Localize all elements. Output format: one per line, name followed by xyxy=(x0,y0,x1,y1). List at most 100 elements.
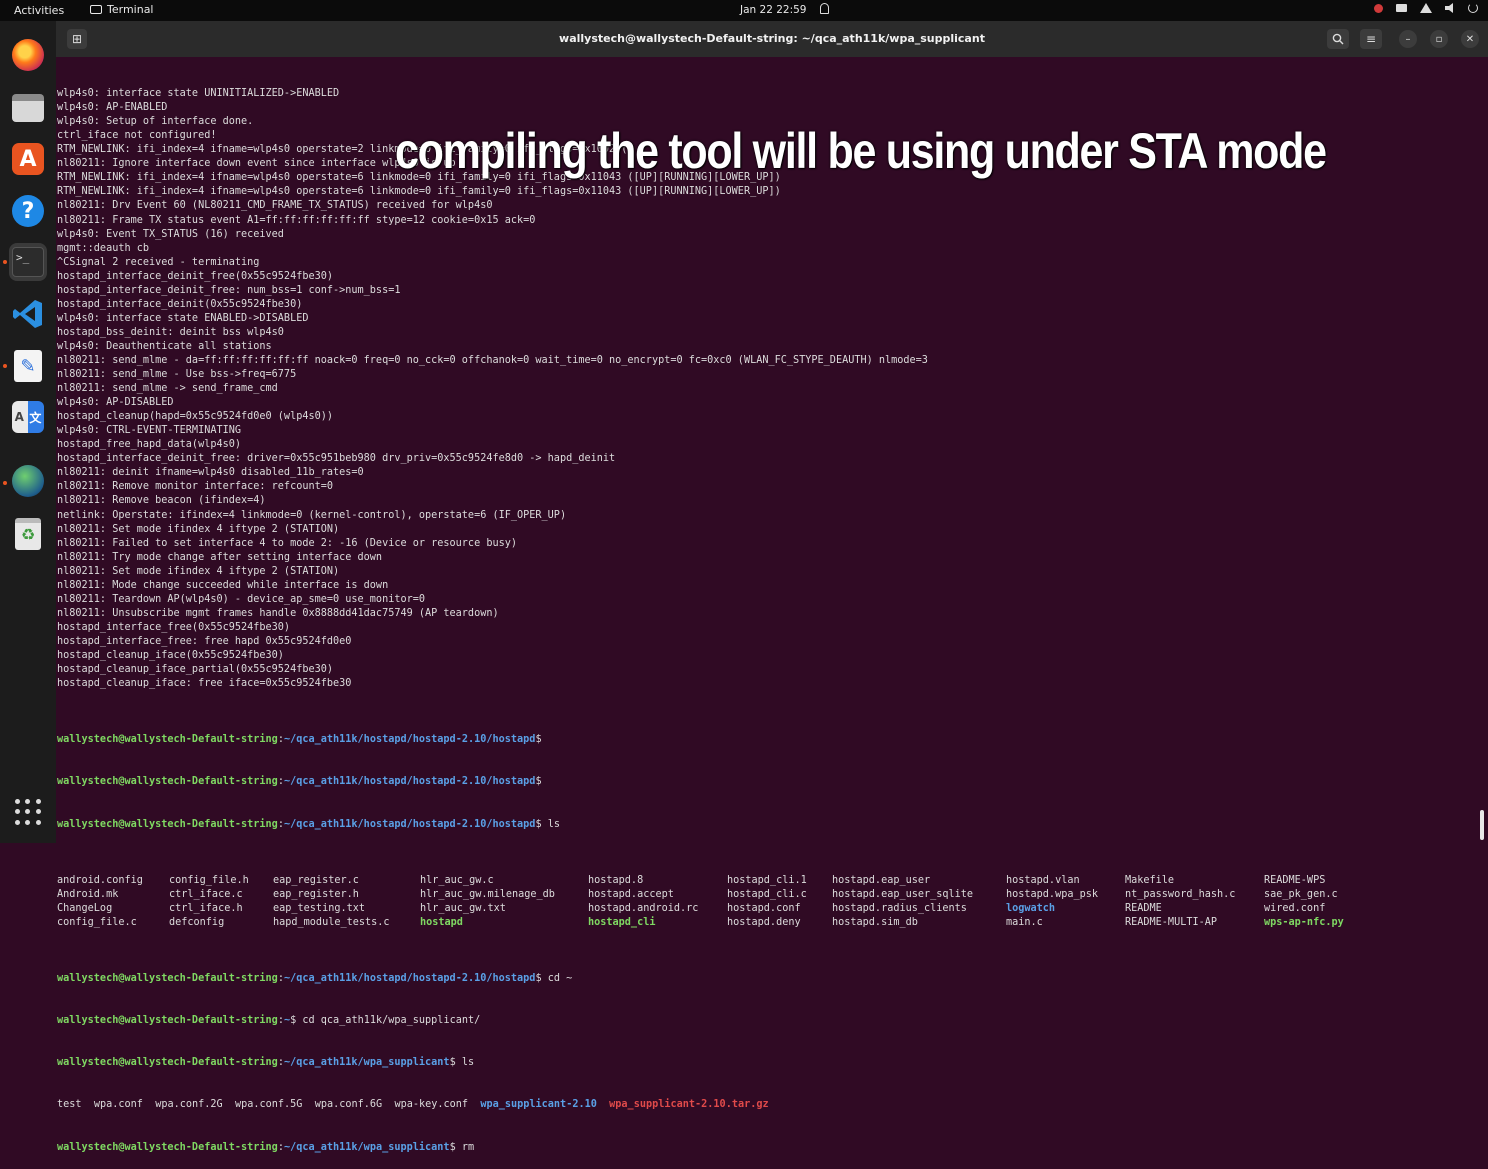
file-entry[interactable]: hostapd_cli xyxy=(588,916,727,930)
log-line: wlp4s0: Event TX_STATUS (16) received xyxy=(57,228,284,240)
dock-vscode[interactable] xyxy=(9,295,47,333)
system-tray[interactable] xyxy=(1374,3,1478,13)
file-entry[interactable]: hapd_module_tests.c xyxy=(273,916,420,930)
file-entry[interactable]: hostapd xyxy=(420,916,588,930)
file-entry[interactable]: hlr_auc_gw.milenage_db xyxy=(420,888,588,902)
log-line: hostapd_free_hapd_data(wlp4s0) xyxy=(57,439,242,451)
file-entry[interactable]: README xyxy=(1125,902,1264,916)
file-entry[interactable]: hostapd.accept xyxy=(588,888,727,902)
file-entry[interactable]: wpa.conf.6G xyxy=(315,1099,382,1110)
file-entry[interactable]: hostapd.wpa_psk xyxy=(1006,888,1125,902)
log-line: hostapd_bss_deinit: deinit bss wlp4s0 xyxy=(57,326,284,338)
file-entry[interactable]: hostapd.8 xyxy=(588,874,727,888)
file-entry[interactable]: wps-ap-nfc.py xyxy=(1264,916,1374,930)
log-line: nl80211: Unsubscribe mgmt frames handle … xyxy=(57,607,499,619)
show-apps-icon xyxy=(15,799,41,825)
show-apps-button[interactable] xyxy=(9,793,47,831)
top-bar: Activities Terminal Jan 22 22:59 xyxy=(0,0,1488,21)
file-entry[interactable]: wpa-key.conf xyxy=(394,1099,468,1110)
file-entry[interactable]: README-WPS xyxy=(1264,874,1374,888)
dock-help[interactable]: ? xyxy=(9,192,47,230)
prompt-line: wallystech@wallystech-Default-string:~/q… xyxy=(57,776,548,788)
file-entry[interactable]: ctrl_iface.c xyxy=(169,888,273,902)
file-entry[interactable]: hlr_auc_gw.txt xyxy=(420,902,588,916)
file-entry[interactable]: hostapd.radius_clients xyxy=(832,902,1006,916)
file-entry[interactable]: main.c xyxy=(1006,916,1125,930)
file-entry[interactable]: wired.conf xyxy=(1264,902,1374,916)
network-icon[interactable] xyxy=(1420,3,1432,13)
vscode-icon xyxy=(12,298,44,330)
prompt-line: wallystech@wallystech-Default-string:~/q… xyxy=(57,973,573,985)
log-line: nl80211: Teardown AP(wlp4s0) - device_ap… xyxy=(57,593,426,605)
log-line: nl80211: Mode change succeeded while int… xyxy=(57,579,389,591)
dock-translate[interactable]: A文 xyxy=(9,398,47,436)
file-entry[interactable]: Makefile xyxy=(1125,874,1264,888)
dock-trash[interactable]: ♻ xyxy=(9,515,47,553)
dock-files[interactable] xyxy=(9,89,47,127)
maximize-button[interactable]: ▫ xyxy=(1430,30,1448,48)
file-entry[interactable]: hostapd_cli.c xyxy=(727,888,832,902)
trash-icon: ♻ xyxy=(15,518,41,550)
record-indicator-icon[interactable] xyxy=(1374,3,1383,13)
file-entry[interactable]: android.config xyxy=(57,874,169,888)
file-entry[interactable]: README-MULTI-AP xyxy=(1125,916,1264,930)
log-line: wlp4s0: CTRL-EVENT-TERMINATING xyxy=(57,425,242,437)
power-icon[interactable] xyxy=(1468,3,1478,13)
file-entry[interactable]: config_file.h xyxy=(169,874,273,888)
app-name: Terminal xyxy=(107,3,154,16)
file-entry[interactable]: hostapd.sim_db xyxy=(832,916,1006,930)
terminal-scrollbar[interactable] xyxy=(1480,810,1484,840)
display-icon[interactable] xyxy=(1396,4,1407,12)
dock-browser[interactable] xyxy=(9,462,47,500)
file-entry[interactable]: config_file.c xyxy=(57,916,169,930)
file-entry[interactable]: nt_password_hash.c xyxy=(1125,888,1264,902)
file-entry[interactable]: hlr_auc_gw.c xyxy=(420,874,588,888)
file-entry[interactable]: eap_register.c xyxy=(273,874,420,888)
file-entry[interactable]: eap_register.h xyxy=(273,888,420,902)
file-entry[interactable]: Android.mk xyxy=(57,888,169,902)
search-button[interactable] xyxy=(1327,29,1349,49)
dock-text-editor[interactable]: ✎ xyxy=(9,347,47,385)
terminal-output[interactable]: wlp4s0: interface state UNINITIALIZED->E… xyxy=(57,59,1477,1169)
running-indicator xyxy=(3,481,7,485)
file-entry[interactable]: eap_testing.txt xyxy=(273,902,420,916)
file-entry[interactable]: sae_pk_gen.c xyxy=(1264,888,1374,902)
file-entry[interactable]: hostapd.vlan xyxy=(1006,874,1125,888)
help-icon: ? xyxy=(12,195,44,227)
file-entry[interactable]: defconfig xyxy=(169,916,273,930)
file-entry[interactable]: logwatch xyxy=(1006,902,1125,916)
log-line: nl80211: Frame TX status event A1=ff:ff:… xyxy=(57,214,536,226)
log-line: nl80211: Set mode ifindex 4 iftype 2 (ST… xyxy=(57,565,340,577)
file-entry[interactable]: hostapd.android.rc xyxy=(588,902,727,916)
app-menu[interactable]: Terminal xyxy=(90,3,154,16)
dock-app-store[interactable]: A xyxy=(9,140,47,178)
notification-icon[interactable] xyxy=(820,3,829,14)
log-line: RTM_NEWLINK: ifi_index=4 ifname=wlp4s0 o… xyxy=(57,186,781,198)
dock-firefox[interactable] xyxy=(9,36,47,74)
file-entry[interactable]: hostapd_cli.1 xyxy=(727,874,832,888)
file-entry[interactable]: hostapd.deny xyxy=(727,916,832,930)
file-entry[interactable]: wpa.conf.2G xyxy=(155,1099,222,1110)
file-entry[interactable]: wpa.conf.5G xyxy=(235,1099,302,1110)
log-line: nl80211: send_mlme - da=ff:ff:ff:ff:ff:f… xyxy=(57,354,928,366)
file-entry[interactable]: wpa.conf xyxy=(94,1099,143,1110)
file-entry[interactable]: hostapd.conf xyxy=(727,902,832,916)
volume-icon[interactable] xyxy=(1445,3,1453,13)
file-entry[interactable]: test xyxy=(57,1099,82,1110)
log-line: wlp4s0: AP-DISABLED xyxy=(57,397,174,409)
files-icon xyxy=(12,94,44,122)
file-entry[interactable]: hostapd.eap_user xyxy=(832,874,1006,888)
dock-terminal[interactable]: >_ xyxy=(9,243,47,281)
directory-entry[interactable]: wpa_supplicant-2.10 xyxy=(480,1099,597,1110)
file-entry[interactable]: hostapd.eap_user_sqlite xyxy=(832,888,1006,902)
minimize-button[interactable]: – xyxy=(1399,30,1417,48)
prompt-line: wallystech@wallystech-Default-string:~$ … xyxy=(57,1015,481,1027)
file-entry[interactable]: ctrl_iface.h xyxy=(169,902,273,916)
menu-button[interactable]: ≡ xyxy=(1360,29,1382,49)
clock[interactable]: Jan 22 22:59 xyxy=(740,4,806,16)
archive-entry[interactable]: wpa_supplicant-2.10.tar.gz xyxy=(609,1099,768,1110)
file-entry[interactable]: ChangeLog xyxy=(57,902,169,916)
close-button[interactable]: ✕ xyxy=(1461,30,1479,48)
prompt-line: wallystech@wallystech-Default-string:~/q… xyxy=(57,1057,475,1069)
activities-button[interactable]: Activities xyxy=(14,4,64,17)
